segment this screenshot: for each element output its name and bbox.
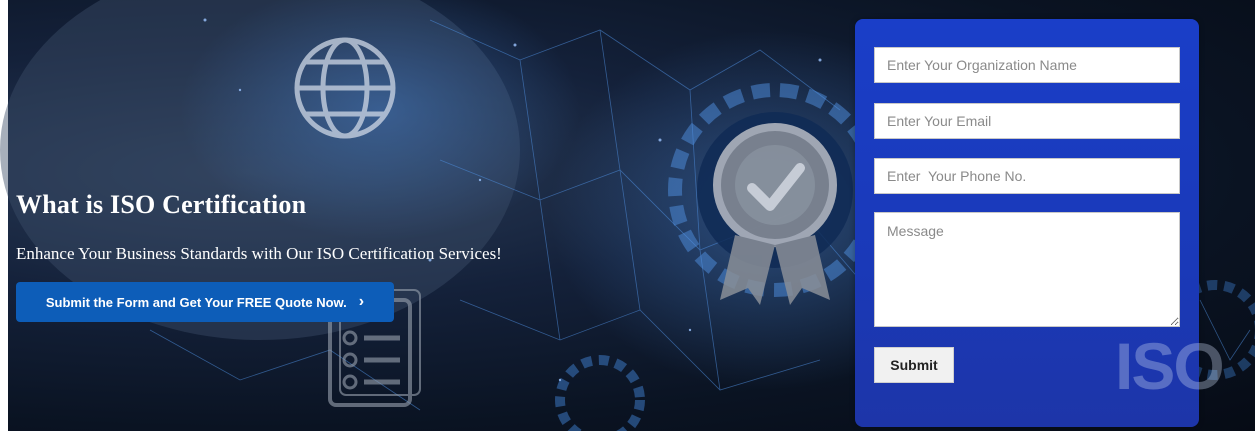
message-textarea[interactable] bbox=[874, 212, 1180, 327]
free-quote-button-label: Submit the Form and Get Your FREE Quote … bbox=[45, 294, 347, 310]
page-title: What is ISO Certification bbox=[16, 190, 307, 219]
hero-banner: What is ISO Certification Enhance Your B… bbox=[0, 0, 1255, 431]
submit-button[interactable]: Submit bbox=[874, 347, 954, 383]
chevron-right-icon: › bbox=[358, 293, 365, 310]
phone-input[interactable] bbox=[874, 158, 1180, 194]
email-input[interactable] bbox=[874, 103, 1180, 139]
free-quote-button[interactable]: Submit the Form and Get Your FREE Quote … bbox=[16, 282, 394, 322]
organization-name-input[interactable] bbox=[874, 47, 1180, 83]
iso-watermark: ISO bbox=[1115, 329, 1225, 403]
page-subtitle: Enhance Your Business Standards with Our… bbox=[16, 244, 502, 263]
small-gear-1 bbox=[555, 355, 645, 431]
